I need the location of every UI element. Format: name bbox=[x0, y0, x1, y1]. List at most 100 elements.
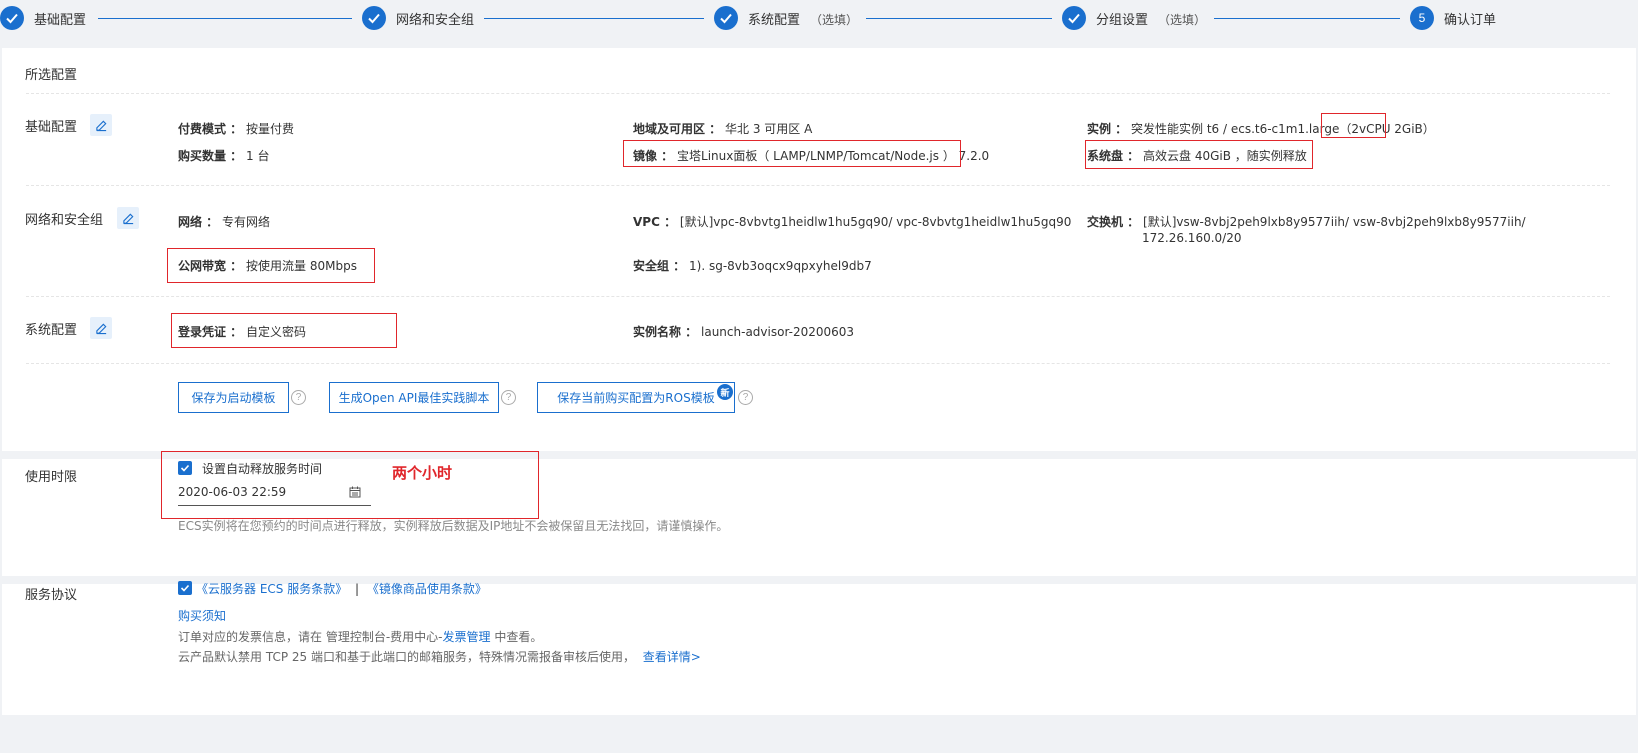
annotation-box bbox=[1321, 113, 1386, 138]
vswitch-row: 交换机 ： [默认]vsw-8vbj2peh9lxb8y9577iih/ vsw… bbox=[1087, 213, 1526, 230]
annotation-text: 两个小时 bbox=[392, 464, 453, 482]
divider bbox=[26, 363, 1610, 364]
step-indicator: 基础配置 网络和安全组 系统配置 （选填） 分组设置 （选填） 5 确认订单 bbox=[0, 0, 1638, 36]
network-label: 网络 ： bbox=[178, 215, 219, 229]
check-icon bbox=[714, 6, 738, 30]
instance-name-row: 实例名称 ： launch-advisor-20200603 bbox=[633, 323, 854, 340]
step-optional: （选填） bbox=[1158, 12, 1207, 27]
annotation-box bbox=[167, 248, 375, 283]
check-icon bbox=[1062, 6, 1086, 30]
generate-api-script-button[interactable]: 生成Open API最佳实践脚本 bbox=[329, 382, 499, 413]
network-type-row: 网络 ： 专有网络 bbox=[178, 213, 270, 230]
edit-basic-icon[interactable] bbox=[90, 114, 112, 136]
release-date-value: 2020-06-03 22:59 bbox=[178, 485, 287, 499]
save-ros-template-button[interactable]: 保存当前购买配置为ROS模板 bbox=[537, 382, 735, 413]
step-connector bbox=[1214, 18, 1400, 19]
step-label-wrap: 分组设置 （选填） bbox=[1096, 9, 1206, 28]
vpc-value: [默认]vpc-8vbvtg1heidlw1hu5gq90/ vpc-8vbvt… bbox=[679, 215, 1072, 229]
new-badge: 新 bbox=[717, 384, 733, 400]
invoice-prefix: 订单对应的发票信息，请在 管理控制台-费用中心- bbox=[178, 630, 443, 644]
region-row: 地域及可用区 ： 华北 3 可用区 A bbox=[633, 120, 812, 137]
vswitch-cidr: 172.26.160.0/20 bbox=[1142, 231, 1242, 245]
auto-release-label: 设置自动释放服务时间 bbox=[202, 462, 323, 476]
service-agreement-panel: 服务协议 《云服务器 ECS 服务条款》 | 《镜像商品使用条款》 购买须知 订… bbox=[2, 581, 1636, 715]
divider bbox=[26, 296, 1610, 297]
edit-network-icon[interactable] bbox=[117, 207, 139, 229]
usage-duration-panel: 使用时限 设置自动释放服务时间 两个小时 2020-06-03 22:59 EC… bbox=[2, 451, 1636, 576]
section-title-system: 系统配置 bbox=[25, 323, 78, 338]
step-label: 确认订单 bbox=[1444, 12, 1497, 28]
security-group-row: 安全组 ： 1). sg-8vb3oqcx9qpxyhel9db7 bbox=[633, 257, 872, 274]
terms-row: 《云服务器 ECS 服务条款》 | 《镜像商品使用条款》 bbox=[196, 580, 487, 597]
vswitch-label: 交换机 ： bbox=[1087, 215, 1140, 229]
step-number: 5 bbox=[1410, 6, 1434, 30]
divider bbox=[26, 185, 1610, 186]
step-label-wrap: 系统配置 （选填） bbox=[748, 9, 858, 28]
step-network-security[interactable]: 网络和安全组 bbox=[362, 6, 474, 30]
instance-name-value: launch-advisor-20200603 bbox=[701, 325, 855, 339]
view-details-link[interactable]: 查看详情> bbox=[643, 650, 701, 664]
step-group-settings[interactable]: 分组设置 （选填） bbox=[1062, 6, 1206, 30]
purchase-notice-link[interactable]: 购买须知 bbox=[178, 607, 226, 624]
panel-title: 所选配置 bbox=[25, 68, 78, 83]
edit-system-icon[interactable] bbox=[90, 317, 112, 339]
auto-release-checkbox[interactable] bbox=[178, 461, 192, 475]
port-text: 云产品默认禁用 TCP 25 端口和基于此端口的邮箱服务，特殊情况需报备审核后使… bbox=[178, 650, 635, 664]
section-title-network: 网络和安全组 bbox=[25, 213, 104, 228]
image-terms-link[interactable]: 《镜像商品使用条款》 bbox=[367, 582, 487, 596]
vswitch-value: [默认]vsw-8vbj2peh9lxb8y9577iih/ vsw-8vbj2… bbox=[1143, 215, 1526, 229]
step-confirm-order: 5 确认订单 bbox=[1410, 6, 1496, 30]
section-title-basic: 基础配置 bbox=[25, 120, 78, 135]
help-icon[interactable]: ? bbox=[501, 390, 516, 405]
divider bbox=[26, 93, 1610, 94]
instance-close: ） bbox=[1422, 122, 1435, 136]
step-system-config[interactable]: 系统配置 （选填） bbox=[714, 6, 858, 30]
check-icon bbox=[0, 6, 24, 30]
section-title-agreement: 服务协议 bbox=[25, 588, 78, 603]
release-warning: ECS实例将在您预约的时间点进行释放，实例释放后数据及IP地址不会被保留且无法找… bbox=[178, 519, 729, 533]
quantity-label: 购买数量 ： bbox=[178, 149, 243, 163]
network-value: 专有网络 bbox=[222, 215, 271, 229]
instance-value: 突发性能实例 t6 / ecs.t6-c1m1.large（ bbox=[1131, 122, 1352, 136]
invoice-suffix: 中查看。 bbox=[490, 630, 543, 644]
release-date-field[interactable]: 2020-06-03 22:59 bbox=[178, 480, 371, 506]
vpc-label: VPC ： bbox=[633, 215, 677, 229]
ecs-terms-link[interactable]: 《云服务器 ECS 服务条款》 bbox=[196, 582, 347, 596]
step-connector bbox=[484, 18, 704, 19]
step-optional: （选填） bbox=[810, 12, 859, 27]
check-icon bbox=[362, 6, 386, 30]
quantity-row: 购买数量 ： 1 台 bbox=[178, 147, 269, 164]
billing-label: 付费模式 ： bbox=[178, 122, 243, 136]
instance-label: 实例 ： bbox=[1087, 122, 1128, 136]
step-basic-config[interactable]: 基础配置 bbox=[0, 6, 86, 30]
invoice-management-link[interactable]: 发票管理 bbox=[442, 630, 490, 644]
step-connector bbox=[866, 18, 1052, 19]
step-label: 基础配置 bbox=[34, 12, 87, 28]
instance-name-label: 实例名称 ： bbox=[633, 325, 698, 339]
region-label: 地域及可用区 ： bbox=[633, 122, 722, 136]
invoice-info: 订单对应的发票信息，请在 管理控制台-费用中心-发票管理 中查看。 bbox=[178, 628, 542, 645]
calendar-icon[interactable] bbox=[349, 486, 361, 498]
step-connector bbox=[98, 18, 352, 19]
annotation-box bbox=[171, 313, 397, 348]
security-group-value: 1). sg-8vb3oqcx9qpxyhel9db7 bbox=[689, 259, 872, 273]
annotation-box bbox=[1085, 140, 1313, 169]
billing-row: 付费模式 ： 按量付费 bbox=[178, 120, 294, 137]
annotation-box bbox=[623, 140, 961, 167]
section-title-duration: 使用时限 bbox=[25, 470, 78, 485]
step-label: 系统配置 bbox=[748, 12, 801, 28]
vpc-row: VPC ： [默认]vpc-8vbvtg1heidlw1hu5gq90/ vpc… bbox=[633, 213, 1071, 230]
terms-separator: | bbox=[355, 582, 360, 596]
help-icon[interactable]: ? bbox=[738, 390, 753, 405]
step-label: 网络和安全组 bbox=[396, 12, 475, 28]
step-label: 分组设置 bbox=[1096, 12, 1149, 28]
billing-value: 按量付费 bbox=[246, 122, 295, 136]
selected-config-panel: 所选配置 基础配置 付费模式 ： 按量付费 购买数量 ： 1 台 地域及可用区 … bbox=[2, 48, 1636, 451]
port-notice: 云产品默认禁用 TCP 25 端口和基于此端口的邮箱服务，特殊情况需报备审核后使… bbox=[178, 648, 701, 665]
help-icon[interactable]: ? bbox=[291, 390, 306, 405]
region-value: 华北 3 可用区 A bbox=[725, 122, 813, 136]
quantity-value: 1 台 bbox=[246, 149, 270, 163]
agreement-checkbox[interactable] bbox=[178, 581, 192, 595]
security-group-label: 安全组 ： bbox=[633, 259, 686, 273]
save-launch-template-button[interactable]: 保存为启动模板 bbox=[178, 382, 289, 413]
